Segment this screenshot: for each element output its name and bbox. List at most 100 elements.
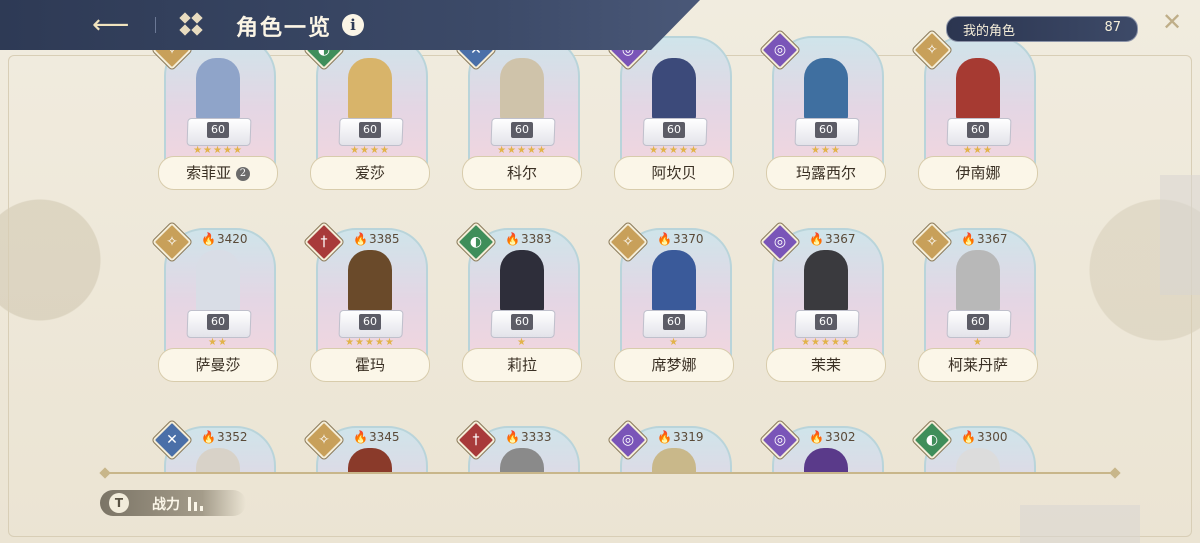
character-card[interactable]: 60 ✧ 🔥3420 ★★ 萨曼莎 xyxy=(152,222,278,382)
class-glyph: ✧ xyxy=(318,432,330,448)
back-button[interactable]: ⟵ xyxy=(92,10,130,40)
class-glyph: ◎ xyxy=(621,432,635,448)
power-value: 🔥3370 xyxy=(657,232,704,246)
star-rating: ★★★★★ xyxy=(801,337,851,348)
character-sprite xyxy=(348,58,392,122)
character-count-badge: 我的角色 87 xyxy=(946,16,1138,42)
power-number: 3383 xyxy=(520,232,552,246)
flame-icon: 🔥 xyxy=(657,232,672,246)
class-glyph: ✧ xyxy=(926,42,938,58)
character-grid[interactable]: 60 ✧ ★★★★★ 索菲亚 2 60 ◐ ★★★★ 爱莎 60 ✕ ★★★★★ xyxy=(0,0,1200,472)
star-rating: ★★★★★ xyxy=(193,145,243,156)
character-card[interactable]: 60 ◐ ★★★★ 爱莎 xyxy=(304,30,430,190)
bottom-divider xyxy=(105,472,1115,474)
character-card[interactable]: 60 ◎ ★★★ 玛露西尔 xyxy=(760,30,886,190)
character-sprite xyxy=(956,58,1000,122)
flame-icon: 🔥 xyxy=(657,430,672,444)
star-rating: ★★★★★ xyxy=(649,145,699,156)
level-badge: 60 xyxy=(511,314,533,330)
level-badge: 60 xyxy=(359,314,381,330)
character-name-plate: 爱莎 xyxy=(310,156,430,190)
power-number: 3420 xyxy=(216,232,248,246)
flame-icon: 🔥 xyxy=(809,430,824,444)
character-card[interactable]: ✕ 🔥3352 xyxy=(152,420,278,472)
character-sprite xyxy=(196,250,240,314)
back-arrow-icon: ⟵ xyxy=(92,10,130,40)
character-card[interactable]: 60 † 🔥3385 ★★★★★ 霍玛 xyxy=(304,222,430,382)
power-number: 3385 xyxy=(368,232,400,246)
character-count-value: 87 xyxy=(1104,20,1121,35)
class-glyph: ✧ xyxy=(622,234,634,250)
character-sprite xyxy=(500,58,544,122)
class-glyph: ◐ xyxy=(925,432,939,448)
power-value: 🔥3302 xyxy=(809,430,856,444)
character-card[interactable]: † 🔥3333 xyxy=(456,420,582,472)
character-name: 伊南娜 xyxy=(955,164,1001,182)
power-value: 🔥3345 xyxy=(353,430,400,444)
level-badge: 60 xyxy=(967,314,989,330)
character-card[interactable]: 60 ✧ 🔥3370 ★ 席梦娜 xyxy=(608,222,734,382)
character-card[interactable]: 60 ✧ 🔥3367 ★ 柯莱丹萨 xyxy=(912,222,1038,382)
character-name-plate: 伊南娜 xyxy=(918,156,1038,190)
character-name: 莉拉 xyxy=(506,356,537,374)
level-badge: 60 xyxy=(207,122,229,138)
character-card[interactable]: 60 ◐ 🔥3383 ★ 莉拉 xyxy=(456,222,582,382)
character-name: 阿坎贝 xyxy=(651,164,697,182)
class-glyph: ◎ xyxy=(773,234,787,250)
star-rating: ★★★★ xyxy=(350,145,390,156)
level-badge: 60 xyxy=(207,314,229,330)
power-value: 🔥3352 xyxy=(201,430,248,444)
power-number: 3352 xyxy=(216,430,248,444)
sort-icon: T xyxy=(109,493,129,513)
grid-menu-icon[interactable] xyxy=(179,12,203,36)
character-name: 科尔 xyxy=(506,164,537,182)
close-button[interactable]: ✕ xyxy=(1160,10,1184,34)
class-glyph: ✧ xyxy=(926,234,938,250)
flame-icon: 🔥 xyxy=(505,430,520,444)
power-number: 3345 xyxy=(368,430,400,444)
character-card[interactable]: ◎ 🔥3302 xyxy=(760,420,886,472)
level-badge: 60 xyxy=(359,122,381,138)
power-value: 🔥3367 xyxy=(809,232,856,246)
character-name: 萨曼莎 xyxy=(195,356,241,374)
character-name-plate: 茉茉 xyxy=(766,348,886,382)
character-card[interactable]: 60 ✧ ★★★ 伊南娜 xyxy=(912,30,1038,190)
class-glyph: ✕ xyxy=(166,432,178,448)
character-card[interactable]: 60 ✧ ★★★★★ 索菲亚 2 xyxy=(152,30,278,190)
flame-icon: 🔥 xyxy=(201,430,216,444)
level-badge: 60 xyxy=(967,122,989,138)
flame-icon: 🔥 xyxy=(809,232,824,246)
character-card[interactable]: 60 ◎ ★★★★★ 阿坎贝 xyxy=(608,30,734,190)
character-card[interactable]: ✧ 🔥3345 xyxy=(304,420,430,472)
flame-icon: 🔥 xyxy=(353,232,368,246)
character-name: 索菲亚 xyxy=(186,164,232,182)
class-glyph: ◎ xyxy=(773,42,787,58)
flame-icon: 🔥 xyxy=(961,430,976,444)
level-badge: 60 xyxy=(663,314,685,330)
character-card[interactable]: 60 ◎ 🔥3367 ★★★★★ 茉茉 xyxy=(760,222,886,382)
power-number: 3302 xyxy=(824,430,856,444)
power-number: 3370 xyxy=(672,232,704,246)
info-icon[interactable]: i xyxy=(342,14,364,36)
page-title: 角色一览 xyxy=(236,15,333,41)
close-icon: ✕ xyxy=(1161,8,1183,36)
character-name-plate: 莉拉 xyxy=(462,348,582,382)
power-number: 3300 xyxy=(976,430,1008,444)
level-badge: 60 xyxy=(815,122,837,138)
power-number: 3367 xyxy=(976,232,1008,246)
sort-by-power-button[interactable]: T 战力 xyxy=(100,490,246,516)
character-count-label: 我的角色 xyxy=(963,24,1016,39)
star-rating: ★ xyxy=(973,337,983,348)
character-name: 席梦娜 xyxy=(651,356,697,374)
power-number: 3333 xyxy=(520,430,552,444)
star-rating: ★ xyxy=(517,337,527,348)
character-card[interactable]: ◎ 🔥3319 xyxy=(608,420,734,472)
class-glyph: † xyxy=(320,234,328,250)
character-card[interactable]: ◐ 🔥3300 xyxy=(912,420,1038,472)
character-name-plate: 霍玛 xyxy=(310,348,430,382)
class-glyph: ✧ xyxy=(166,234,178,250)
star-rating: ★★★★★ xyxy=(345,337,395,348)
power-value: 🔥3333 xyxy=(505,430,552,444)
character-card[interactable]: 60 ✕ ★★★★★ 科尔 xyxy=(456,30,582,190)
character-name: 茉茉 xyxy=(810,356,841,374)
